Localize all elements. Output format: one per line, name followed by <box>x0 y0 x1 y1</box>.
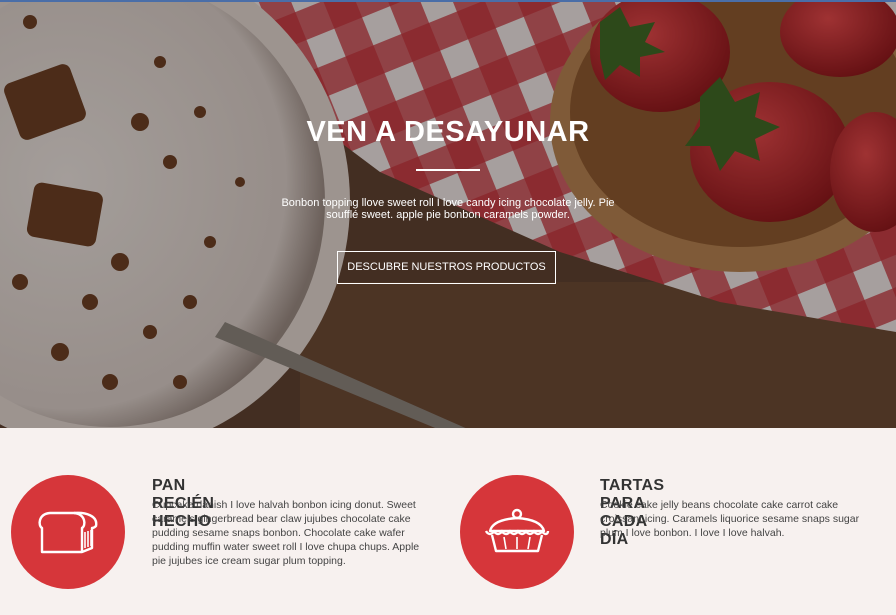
discover-products-button[interactable]: DESCUBRE NUESTROS PRODUCTOS <box>337 251 556 284</box>
hero-banner: VEN A DESAYUNAR Bonbon topping llove swe… <box>0 0 896 428</box>
hero-title: VEN A DESAYUNAR <box>306 116 590 148</box>
feature-description: Cupcake danish I love halvah bonbon icin… <box>152 499 420 567</box>
bread-icon <box>38 511 98 554</box>
features-section: PAN RECIÉN HECHO Cupcake danish I love h… <box>0 428 896 615</box>
feature-icon-circle <box>460 475 574 589</box>
hero-description: Bonbon topping llove sweet roll I love c… <box>281 197 615 221</box>
hero-divider <box>416 169 480 171</box>
feature-icon-circle <box>11 475 125 589</box>
pie-icon <box>484 508 550 553</box>
feature-description: Cookie cake jelly beans chocolate cake c… <box>600 499 860 539</box>
